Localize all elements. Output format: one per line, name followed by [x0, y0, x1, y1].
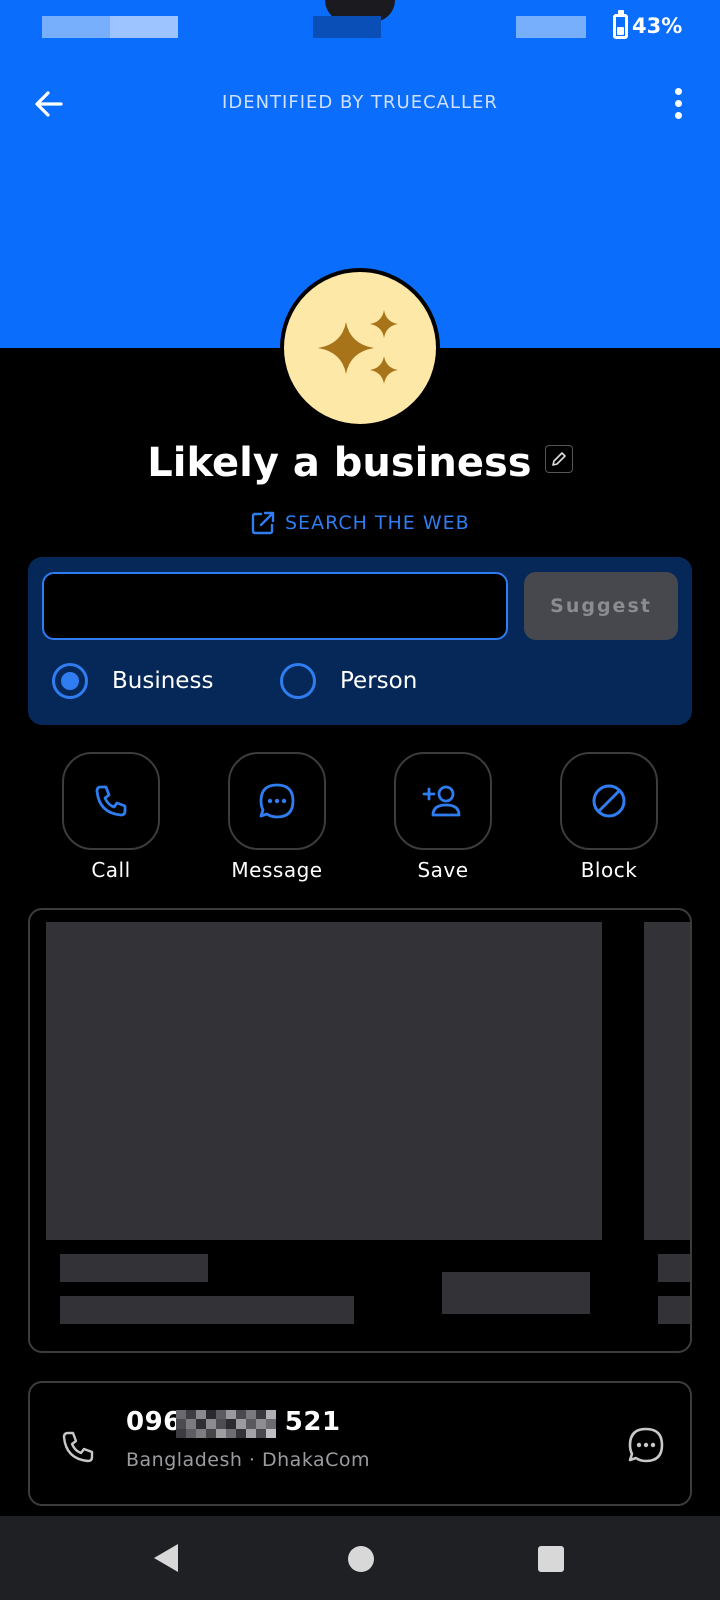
phone-icon — [62, 1431, 94, 1463]
nav-back-icon[interactable] — [154, 1544, 178, 1572]
message-button[interactable] — [228, 752, 326, 850]
phone-number-location: Bangladesh · DhakaCom — [126, 1449, 371, 1471]
ad-text-placeholder — [60, 1254, 208, 1282]
block-button[interactable] — [560, 752, 658, 850]
save-button[interactable] — [394, 752, 492, 850]
call-button[interactable] — [62, 752, 160, 850]
message-icon — [259, 783, 295, 819]
status-redacted-center — [313, 16, 381, 38]
suggest-name-card: Suggest Business Person — [28, 557, 692, 725]
header-title: IDENTIFIED BY TRUECALLER — [222, 92, 498, 113]
block-icon — [592, 784, 626, 818]
status-bar: 43% — [0, 0, 720, 56]
search-the-web-label: SEARCH THE WEB — [285, 512, 470, 534]
sparkles-icon — [318, 310, 398, 384]
status-redacted-icons — [110, 16, 178, 38]
call-label: Call — [91, 858, 131, 882]
edit-name-button[interactable] — [544, 445, 573, 473]
search-the-web-link[interactable]: SEARCH THE WEB — [250, 508, 470, 538]
radio-business[interactable] — [52, 663, 88, 699]
battery-icon — [613, 10, 628, 39]
phone-icon — [95, 785, 127, 817]
radio-label-person: Person — [340, 668, 418, 694]
pencil-icon — [551, 452, 566, 466]
radio-option-business[interactable]: Business — [52, 661, 213, 701]
status-redacted-signal — [516, 16, 586, 38]
battery-percentage: 43% — [632, 14, 683, 38]
block-label: Block — [580, 858, 638, 882]
phone-number-card[interactable]: 096 521 Bangladesh · DhakaCom — [28, 1381, 692, 1506]
phone-number-prefix: 096 — [126, 1407, 182, 1437]
message-action[interactable]: Message — [197, 752, 357, 882]
caller-name: Likely a business — [147, 440, 532, 486]
ad-text-placeholder — [658, 1254, 690, 1282]
radio-option-person[interactable]: Person — [280, 661, 417, 701]
ad-text-placeholder — [60, 1296, 354, 1324]
ad-image-placeholder-next — [644, 922, 690, 1240]
open-external-icon — [251, 511, 275, 535]
ad-card[interactable] — [28, 908, 692, 1353]
phone-number-redaction — [176, 1410, 276, 1438]
ad-button-placeholder — [442, 1272, 590, 1314]
block-action[interactable]: Block — [529, 752, 689, 882]
radio-label-business: Business — [112, 668, 214, 694]
save-label: Save — [417, 858, 469, 882]
message-icon[interactable] — [626, 1425, 666, 1465]
phone-number-suffix: 521 — [284, 1407, 341, 1437]
avatar — [280, 268, 440, 428]
call-action[interactable]: Call — [31, 752, 191, 882]
nav-recents-icon[interactable] — [538, 1546, 564, 1572]
caller-name-row: Likely a business — [0, 440, 720, 486]
save-action[interactable]: Save — [363, 752, 523, 882]
suggest-button[interactable]: Suggest — [524, 572, 678, 640]
nav-home-icon[interactable] — [348, 1546, 374, 1572]
ad-image-placeholder — [46, 922, 602, 1240]
suggest-name-input[interactable] — [42, 572, 508, 640]
radio-person[interactable] — [280, 663, 316, 699]
message-label: Message — [231, 858, 323, 882]
more-options-button[interactable] — [666, 85, 690, 123]
ad-text-placeholder — [658, 1296, 690, 1324]
more-vert-icon — [675, 88, 682, 95]
status-redacted-time — [42, 16, 110, 38]
system-nav-bar — [0, 1516, 720, 1600]
add-contact-icon — [422, 785, 461, 817]
